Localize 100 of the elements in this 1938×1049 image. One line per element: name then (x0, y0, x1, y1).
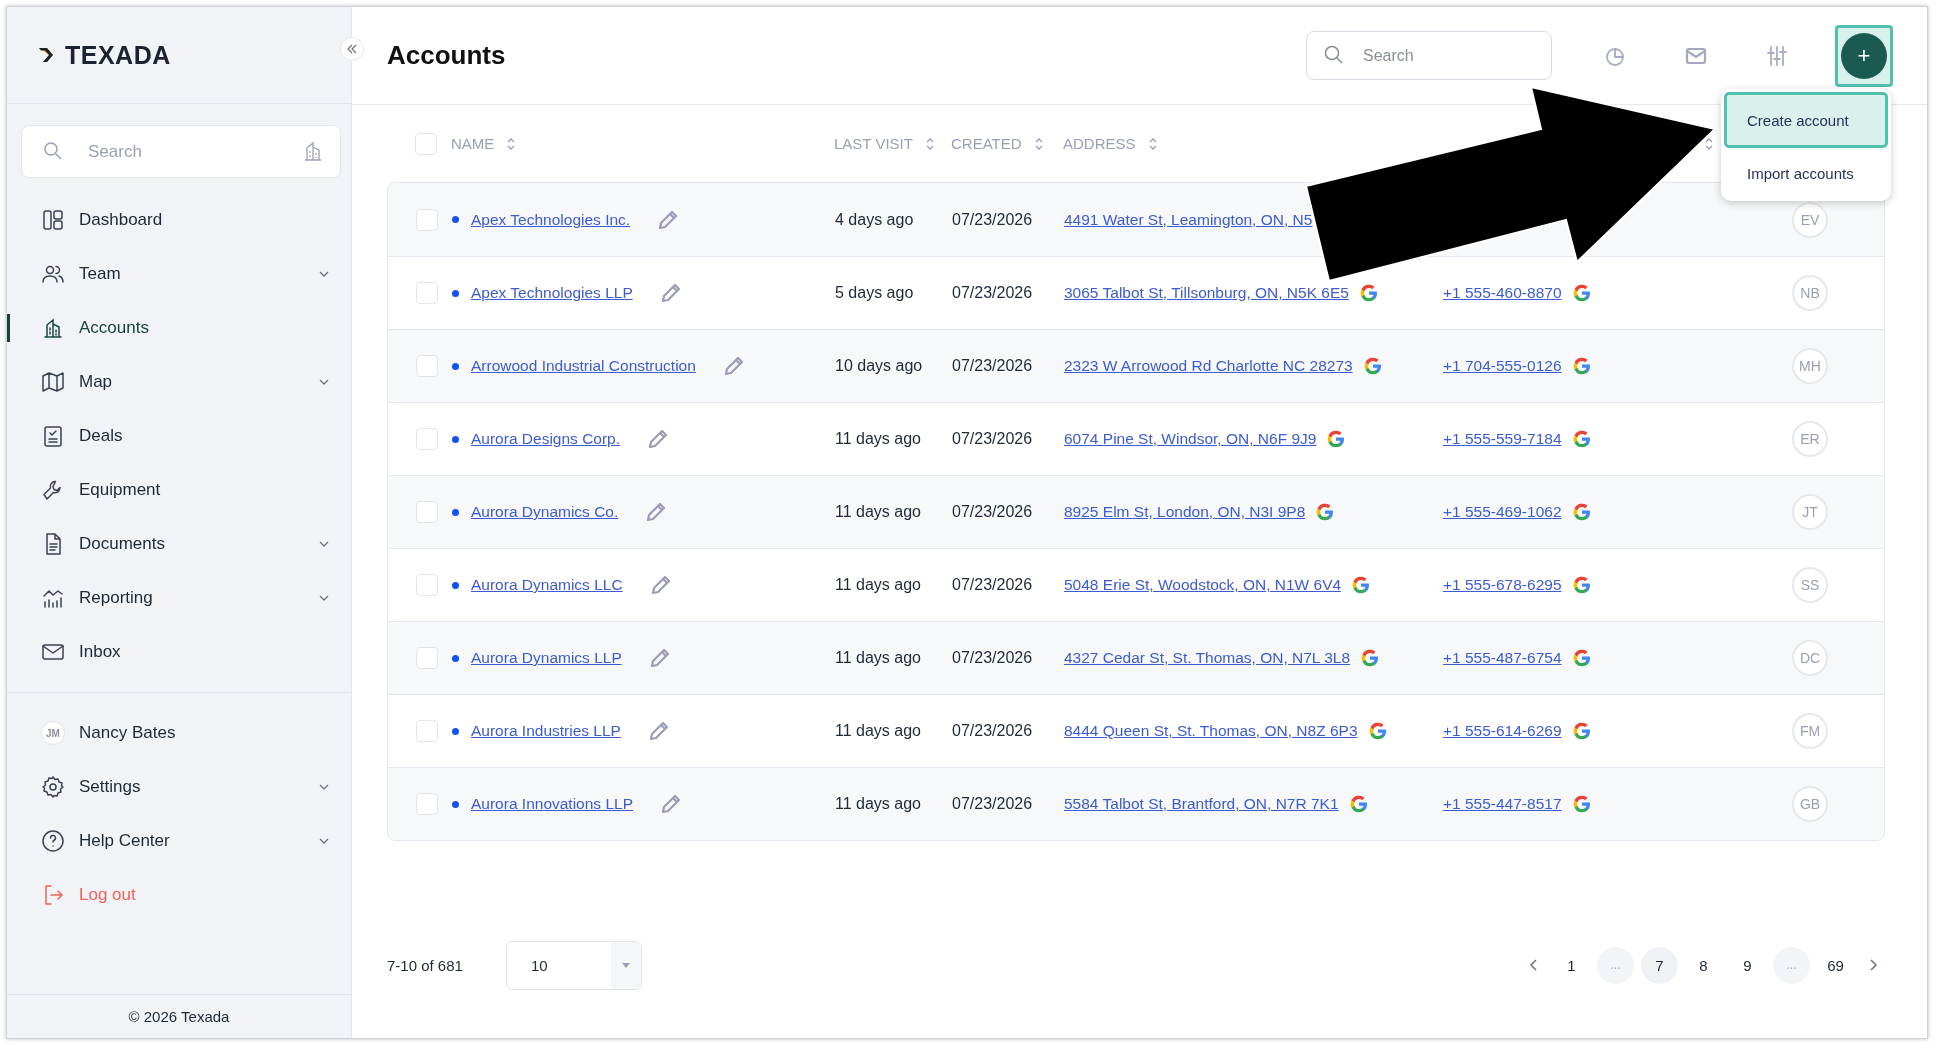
row-checkbox[interactable] (416, 720, 438, 742)
gear-icon (41, 775, 65, 799)
google-icon[interactable] (1362, 356, 1383, 376)
google-icon[interactable] (1351, 575, 1372, 595)
table-cell-text: 07/23/2026 (952, 284, 1034, 302)
table-cell-text: 11 days ago (835, 795, 922, 813)
phone-link[interactable]: +1 704-555-0126 (1443, 357, 1562, 375)
google-icon[interactable] (1348, 794, 1369, 814)
nav-item[interactable]: Accounts (7, 301, 351, 355)
google-icon[interactable] (1571, 721, 1592, 741)
google-icon[interactable] (1326, 429, 1347, 449)
table-cell-text: 11 days ago (835, 503, 922, 521)
phone-link[interactable]: +1 555-614-6269 (1443, 722, 1562, 740)
account-link[interactable]: Aurora Innovations LLP (471, 795, 633, 813)
nav-item[interactable]: Reporting (7, 571, 351, 625)
nav-item[interactable]: Team (7, 247, 351, 301)
address-link[interactable]: 4491 Water St, Leamington, ON, N5 (1064, 210, 1313, 229)
owner-avatar: EV (1792, 201, 1828, 238)
google-icon[interactable] (1367, 721, 1388, 741)
address-link[interactable]: 5048 Erie St, Woodstock, ON, N1W 6V4 (1064, 576, 1342, 594)
phone-link[interactable]: +1 555-678-6295 (1443, 576, 1562, 594)
phone-link[interactable]: +1 555-447-8517 (1443, 795, 1562, 813)
nav-item[interactable]: Deals (7, 409, 351, 463)
collapse-button[interactable] (340, 37, 364, 61)
phone-link[interactable]: +1 555-460-8870 (1443, 284, 1562, 302)
status-dot (452, 216, 459, 223)
address-link[interactable]: 8925 Elm St, London, ON, N3I 9P8 (1064, 503, 1306, 521)
phone-link[interactable]: +1 555-487-6754 (1443, 649, 1562, 667)
page-button[interactable]: 7 (1641, 946, 1678, 984)
menu-item[interactable]: Import accounts (1724, 148, 1888, 198)
google-icon[interactable] (1571, 502, 1592, 522)
select-all-checkbox[interactable] (415, 132, 437, 155)
google-icon[interactable] (1571, 575, 1592, 595)
page-button[interactable]: 9 (1729, 946, 1766, 984)
search-field[interactable]: Search (1306, 31, 1552, 80)
row-checkbox[interactable] (416, 501, 438, 523)
google-icon[interactable] (1571, 356, 1592, 376)
google-icon[interactable] (1358, 283, 1379, 303)
page-button[interactable]: 8 (1685, 946, 1722, 984)
address-link[interactable]: 2323 W Arrowood Rd Charlotte NC 28273 (1064, 357, 1353, 375)
sliders-icon[interactable] (1765, 43, 1789, 68)
page-size-select[interactable]: 10 (506, 940, 642, 990)
row-checkbox[interactable] (416, 793, 438, 815)
google-icon[interactable] (1571, 648, 1592, 668)
status-dot (452, 289, 459, 297)
nav-item[interactable]: Inbox (7, 625, 351, 679)
owner-avatar: MH (1792, 348, 1828, 384)
owner-avatar: DC (1792, 640, 1828, 676)
address-link[interactable]: 8444 Queen St, St. Thomas, ON, N8Z 6P3 (1064, 722, 1358, 740)
pencil-icon[interactable] (659, 792, 683, 816)
google-icon[interactable] (1571, 283, 1592, 303)
status-dot (452, 435, 459, 443)
address-link[interactable]: 4327 Cedar St, St. Thomas, ON, N7L 3L8 (1064, 649, 1351, 667)
account-link[interactable]: Apex Technologies Inc. (471, 210, 631, 229)
google-icon[interactable] (1571, 794, 1592, 814)
owner-avatar: ER (1792, 421, 1828, 457)
table-cell-text: 10 days ago (835, 357, 924, 375)
table-cell-text: 4 days ago (835, 210, 915, 229)
nav-item[interactable]: Equipment (7, 463, 351, 517)
user-menu-item[interactable]: JM Nancy Bates (7, 706, 351, 760)
account-link[interactable]: Aurora Dynamics LLP (471, 649, 622, 667)
row-checkbox[interactable] (416, 574, 438, 596)
menu-item[interactable]: Create account (1724, 92, 1888, 148)
row-checkbox[interactable] (416, 355, 438, 377)
layout-icon (41, 208, 65, 232)
account-link[interactable]: Arrowood Industrial Construction (471, 357, 696, 375)
nav-item[interactable]: Documents (7, 517, 351, 571)
nav-item[interactable]: Settings (7, 760, 351, 814)
address-link[interactable]: 6074 Pine St, Windsor, ON, N6F 9J9 (1064, 430, 1317, 448)
status-dot (452, 581, 459, 589)
search-field[interactable]: Search (21, 125, 341, 178)
row-checkbox[interactable] (416, 428, 438, 450)
account-link[interactable]: Apex Technologies LLP (471, 284, 633, 302)
row-checkbox[interactable] (416, 208, 438, 231)
phone-link[interactable]: +1 555-469-1062 (1443, 503, 1562, 521)
nav-item[interactable]: Dashboard (7, 193, 351, 247)
status-dot (452, 654, 459, 662)
page-button[interactable]: 1 (1553, 946, 1590, 984)
account-link[interactable]: Aurora Dynamics LLC (471, 576, 623, 594)
google-icon[interactable] (1315, 502, 1336, 522)
add-button[interactable]: + (1841, 32, 1887, 79)
google-icon[interactable] (1571, 429, 1592, 449)
page-title: Accounts (387, 40, 507, 71)
row-checkbox[interactable] (416, 282, 438, 304)
row-checkbox[interactable] (416, 647, 438, 669)
account-link[interactable]: Aurora Designs Corp. (471, 430, 621, 448)
page-button[interactable]: 69 (1817, 946, 1854, 984)
google-icon[interactable] (1360, 648, 1381, 668)
address-link[interactable]: 3065 Talbot St, Tillsonburg, ON, N5K 6E5 (1064, 284, 1349, 302)
table-cell-text: 11 days ago (835, 576, 922, 594)
status-dot (452, 362, 459, 370)
nav-item[interactable]: Map (7, 355, 351, 409)
account-link[interactable]: Aurora Industries LLP (471, 722, 621, 740)
table-cell-text: 5 days ago (835, 284, 915, 302)
clipboard-icon (41, 424, 65, 448)
nav-item[interactable]: Help Center (7, 814, 351, 868)
phone-link[interactable]: +1 555-559-7184 (1443, 430, 1562, 448)
table-cell-text: 07/23/2026 (952, 722, 1034, 740)
address-link[interactable]: 5584 Talbot St, Brantford, ON, N7R 7K1 (1064, 795, 1339, 813)
account-link[interactable]: Aurora Dynamics Co. (471, 503, 619, 521)
